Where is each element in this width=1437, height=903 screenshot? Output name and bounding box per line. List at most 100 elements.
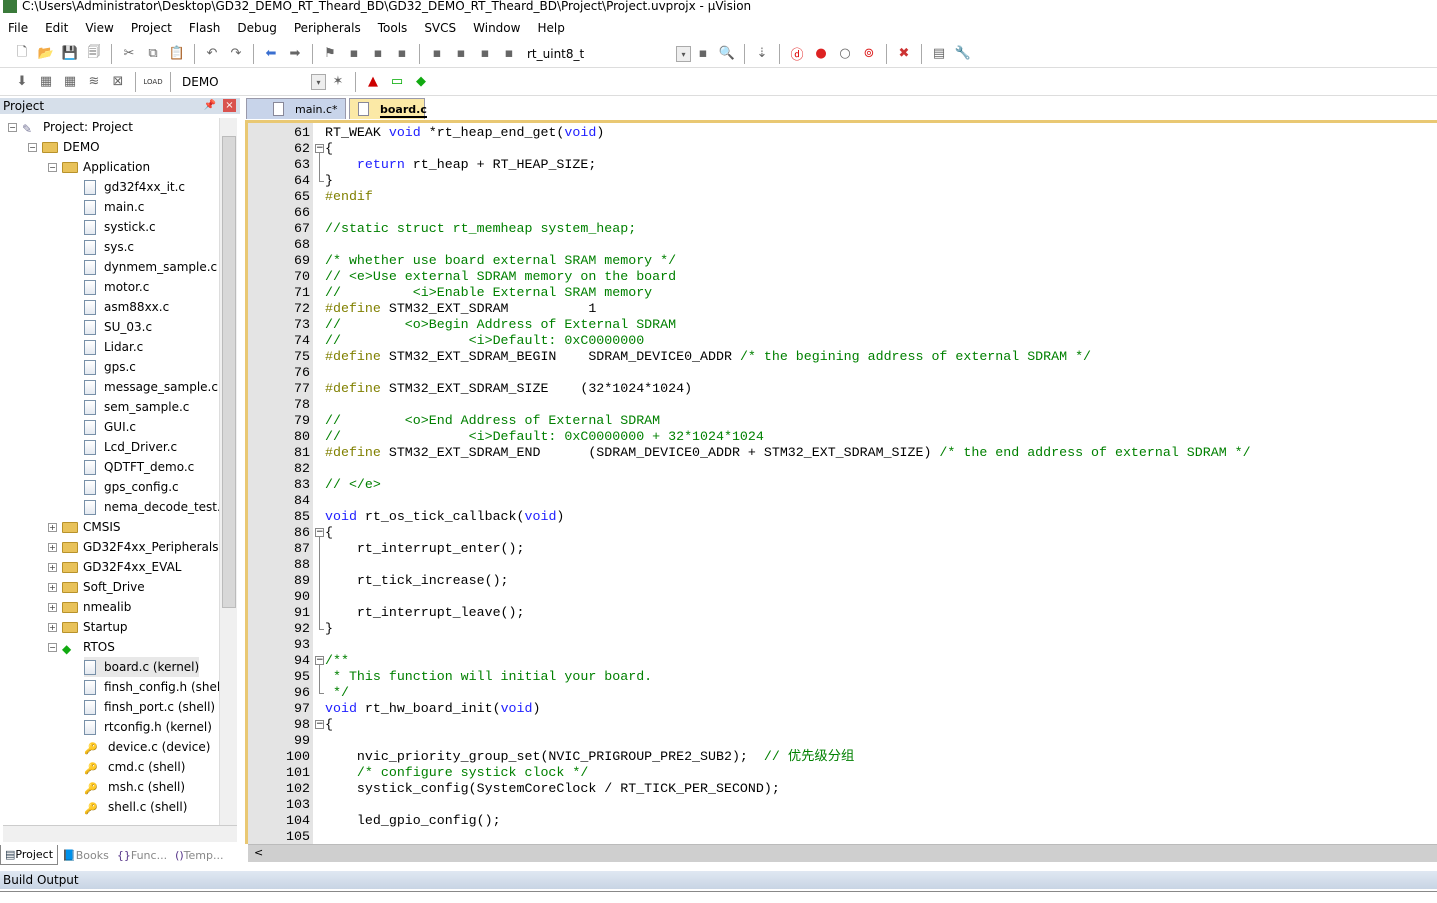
scrollbar-thumb[interactable] [222,136,236,608]
tree-item[interactable]: 🔑 cmd.c (shell) [84,757,185,777]
project-tree-vertical-scrollbar[interactable] [219,118,237,825]
tree-item[interactable]: Lcd_Driver.c [84,437,177,457]
scroll-left-icon[interactable]: < [254,846,263,859]
expand-icon[interactable]: + [48,562,57,572]
bookmark-icon[interactable]: ⚑ [321,45,339,63]
paste-icon[interactable]: 📋 [168,45,186,63]
tree-item[interactable]: − ✎ Project: Project [8,117,133,137]
expand-icon[interactable]: + [48,522,57,532]
tree-item[interactable]: 🔑 device.c (device) [84,737,210,757]
menu-project[interactable]: Project [131,21,172,35]
save-all-icon[interactable]: 🗐 [85,45,103,63]
nav-back-icon[interactable]: ⬅ [262,45,280,63]
tree-item[interactable]: + CMSIS [48,517,121,537]
stop-build-icon[interactable]: ⊠ [109,73,127,91]
pack-installer-icon[interactable]: ◆ [412,73,430,91]
configure-icon[interactable]: 🔧 [954,45,972,63]
bookmark-prev-icon[interactable]: ▪ [345,45,363,63]
fold-collapse-icon[interactable]: − [315,656,324,665]
menu-tools[interactable]: Tools [378,21,408,35]
tree-item[interactable]: SU_03.c [84,317,152,337]
tree-item[interactable]: sem_sample.c [84,397,189,417]
disable-breakpoint-icon[interactable]: ○ [836,45,854,63]
collapse-icon[interactable]: − [28,142,37,152]
tree-item[interactable]: asm88xx.c [84,297,169,317]
menu-window[interactable]: Window [473,21,520,35]
tree-item[interactable]: + Startup [48,617,128,637]
tab-books[interactable]: 📘 Books [58,845,113,865]
load-icon[interactable]: LOAD [143,73,162,91]
uncomment-icon[interactable]: ▪ [500,45,518,63]
tab-mainc[interactable]: main.c* [246,98,346,119]
tree-item[interactable]: QDTFT_demo.c [84,457,194,477]
collapse-icon[interactable]: − [48,162,57,172]
menu-edit[interactable]: Edit [45,21,68,35]
expand-icon[interactable]: + [48,582,57,592]
pin-icon[interactable]: 📌 [204,98,216,114]
chevron-down-icon[interactable]: ▾ [676,45,691,62]
manage-components-icon[interactable]: ▲ [364,73,382,91]
kill-breakpoints-icon[interactable]: ✖ [895,45,913,63]
select-packs-icon[interactable]: ▭ [388,73,406,91]
tree-item[interactable]: motor.c [84,277,149,297]
expand-icon[interactable]: + [48,622,57,632]
tab-func[interactable]: {} Func... [113,845,171,865]
build-output-pane[interactable] [0,891,1437,903]
fold-collapse-icon[interactable]: − [315,144,324,153]
tab-temp[interactable]: () Temp... [171,845,227,865]
menu-peripherals[interactable]: Peripherals [294,21,361,35]
batch-build-icon[interactable]: ≋ [85,73,103,91]
find-combo[interactable]: rt_uint8_t ▾ [521,45,691,63]
menu-debug[interactable]: Debug [237,21,276,35]
code-editor[interactable]: 61 62 63 64 65 66 67 68 69 70 71 72 73 74 75 76 77 78 79 80… [245,120,1437,844]
redo-icon[interactable]: ↷ [227,45,245,63]
save-icon[interactable]: 💾 [61,45,79,63]
tree-item[interactable]: − ◆ RTOS [48,637,115,657]
tree-item[interactable]: GUI.c [84,417,136,437]
menu-flash[interactable]: Flash [189,21,220,35]
tree-item[interactable]: nema_decode_test.c [84,497,219,517]
incremental-find-icon[interactable]: ⇣ [753,45,771,63]
enable-breakpoints-icon[interactable]: ⊚ [860,45,878,63]
tree-item[interactable]: main.c [84,197,144,217]
copy-icon[interactable]: ⧉ [144,45,162,63]
find-icon[interactable]: 🔍 [718,45,736,63]
menu-svcs[interactable]: SVCS [424,21,456,35]
tree-item[interactable]: gd32f4xx_it.c [84,177,185,197]
tree-item[interactable]: Lidar.c [84,337,143,357]
window-layout-icon[interactable]: ▤ [930,45,948,63]
tree-item[interactable]: − Application [48,157,150,177]
build-icon[interactable]: ▦ [37,73,55,91]
menu-file[interactable]: File [8,21,28,35]
debug-session-icon[interactable]: ⓓ [788,45,806,63]
tree-item[interactable]: + GD32F4xx_Peripherals [48,537,219,557]
tree-item[interactable]: + GD32F4xx_EVAL [48,557,181,577]
indent-icon[interactable]: ▪ [428,45,446,63]
tab-project[interactable]: ▤ Project [0,845,59,865]
tree-item[interactable]: 🔑 shell.c (shell) [84,797,187,817]
rebuild-icon[interactable]: ▦ [61,73,79,91]
tree-item[interactable]: sys.c [84,237,134,257]
expand-icon[interactable]: + [48,602,57,612]
close-icon[interactable]: × [223,99,236,112]
fold-collapse-icon[interactable]: − [315,528,324,537]
bookmark-next-icon[interactable]: ▪ [369,45,387,63]
tree-item[interactable]: − DEMO [28,137,100,157]
tree-item[interactable]: + Soft_Drive [48,577,145,597]
bookmark-clear-icon[interactable]: ▪ [393,45,411,63]
menu-help[interactable]: Help [537,21,564,35]
tree-item[interactable]: finsh_port.c (shell) [84,697,215,717]
unindent-icon[interactable]: ▪ [452,45,470,63]
tree-item[interactable]: message_sample.c [84,377,218,397]
tab-boardc[interactable]: board.c [349,98,427,119]
undo-icon[interactable]: ↶ [203,45,221,63]
translate-icon[interactable]: ⬇ [13,73,31,91]
tree-item[interactable]: gps_config.c [84,477,179,497]
nav-forward-icon[interactable]: ➡ [286,45,304,63]
tree-item[interactable]: dynmem_sample.c [84,257,217,277]
target-select[interactable]: DEMO ▾ [176,73,326,91]
collapse-icon[interactable]: − [8,122,17,132]
open-icon[interactable]: 📂 [37,45,55,63]
comment-icon[interactable]: ▪ [476,45,494,63]
cut-icon[interactable]: ✂ [120,45,138,63]
